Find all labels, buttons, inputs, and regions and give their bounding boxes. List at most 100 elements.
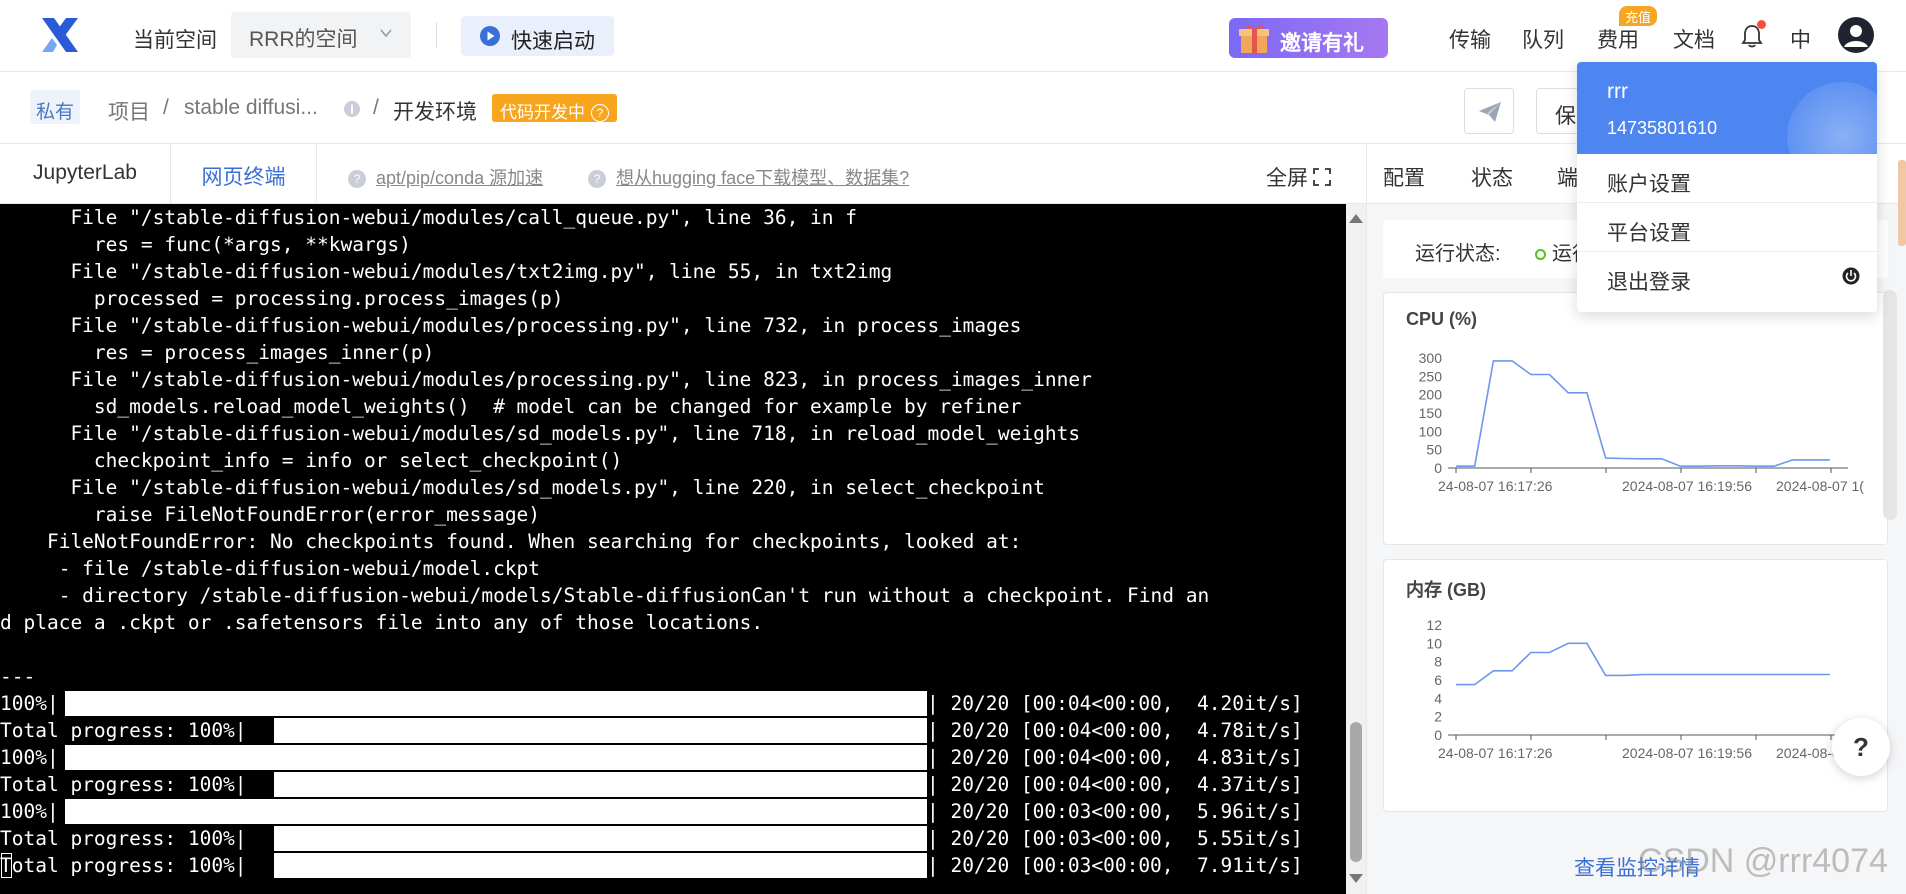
y-tick-label: 4 [1434,690,1442,706]
progress-line: Total progress: 100%| [0,854,247,877]
question-icon: ? [348,170,366,188]
terminal-line: File "/stable-diffusion-webui/modules/tx… [0,260,893,283]
x-tick-label: 24-08-07 16:17:26 [1438,478,1553,494]
user-avatar-icon[interactable] [1837,16,1875,54]
chevron-down-icon [380,29,392,38]
series-line [1456,360,1830,467]
current-space-label: 当前空间 [133,29,217,52]
y-tick-label: 150 [1419,405,1443,421]
nav-transfer[interactable]: 传输 [1449,24,1491,54]
x-tick-label: 24-08-07 16:17:26 [1438,745,1553,761]
progress-line: Total progress: 100%| [0,719,247,742]
side-handle[interactable] [1898,160,1906,246]
env-tab-row: JupyterLab 网页终端 ? apt/pip/conda 源加速 ? 想从hu… [0,144,1366,204]
series-line [1456,642,1830,686]
watermark: CSDN @rrr4074 [1638,842,1888,880]
terminal-line: sd_models.reload_model_weights() # model… [0,395,1022,418]
progress-stats: | 20/20 [00:03<00:00, 7.91it/s] [927,854,1303,877]
x-tick-label: 2024-08-07 16:19:56 [1622,745,1752,761]
tab-web-terminal[interactable]: 网页终端 [171,144,317,204]
scrollbar-thumb[interactable] [1350,722,1362,862]
progress-line: 100%| [0,746,59,769]
help-icon[interactable]: ? [591,104,609,122]
terminal-line: FileNotFoundError: No checkpoints found.… [0,530,1022,553]
status-dot-icon [1535,249,1546,260]
invite-button[interactable]: 邀请有礼 [1229,18,1388,58]
y-tick-label: 200 [1419,387,1443,403]
breadcrumb-env: 开发环境 [393,101,477,124]
status-badge: 代码开发中? [492,94,617,122]
send-button[interactable] [1464,88,1514,134]
scroll-up-icon[interactable] [1349,214,1363,223]
y-tick-label: 50 [1426,442,1442,458]
run-state-label: 运行状态: [1415,243,1501,265]
info-icon[interactable] [343,100,361,118]
right-panel-scrollbar[interactable] [1883,290,1897,520]
logo-icon[interactable] [40,16,80,54]
breadcrumb-separator: / [163,96,169,119]
fullscreen-button[interactable]: 全屏 [1266,162,1332,192]
send-icon [1479,102,1501,122]
question-icon: ? [588,170,606,188]
terminal-line: File "/stable-diffusion-webui/modules/ca… [0,206,858,229]
tab-ports[interactable]: 端 [1557,162,1578,192]
menu-item-label: 账户设置 [1607,173,1691,196]
language-toggle[interactable]: 中 [1790,24,1811,54]
tab-config[interactable]: 配置 [1383,162,1425,192]
user-info-header: rrr 14735801610 [1577,62,1877,154]
menu-item-account-settings[interactable]: 账户设置 [1577,154,1877,203]
terminal-cursor [1,853,12,878]
nav-queue[interactable]: 队列 [1522,24,1564,54]
nav-docs[interactable]: 文档 [1673,24,1715,54]
tab-jupyterlab[interactable]: JupyterLab [0,144,171,204]
quick-start-button[interactable]: 快速启动 [461,16,614,56]
scroll-down-icon[interactable] [1349,874,1363,883]
menu-item-label: 平台设置 [1607,222,1691,245]
menu-item-platform-settings[interactable]: 平台设置 [1577,203,1877,252]
private-tag: 私有 [30,90,81,124]
progress-line: 100%| [0,800,59,823]
help-button[interactable]: ? [1832,718,1890,776]
username: rrr [1607,80,1628,103]
y-tick-label: 0 [1434,727,1442,743]
status-badge-label: 代码开发中 [500,103,585,122]
terminal-line: res = func(*args, **kwargs) [0,233,411,256]
terminal-line: - file /stable-diffusion-webui/model.ckp… [0,557,541,580]
web-terminal[interactable]: File "/stable-diffusion-webui/modules/ca… [0,204,1346,894]
terminal-scrollbar[interactable] [1346,204,1366,894]
progress-bar [65,799,927,824]
tab-web-terminal-label: 网页终端 [201,166,286,189]
breadcrumb-project-name[interactable]: stable diffusi... [184,96,318,120]
terminal-line: File "/stable-diffusion-webui/modules/sd… [0,476,1045,499]
y-tick-label: 100 [1419,423,1443,439]
y-tick-label: 300 [1419,350,1443,366]
breadcrumb-projects[interactable]: 项目 [108,96,150,126]
power-icon [1842,267,1860,285]
play-icon [480,26,500,46]
mirror-accel-label: apt/pip/conda 源加速 [376,168,544,188]
space-select[interactable]: RRR的空间 [231,12,411,58]
terminal-line: File "/stable-diffusion-webui/modules/pr… [0,314,1022,337]
mirror-accel-link[interactable]: ? apt/pip/conda 源加速 [348,164,543,190]
memory-chart: 0 2 4 6 8 10 12 24-08-07 16:17:26 2024-08-07 16:… [1426,617,1867,761]
y-tick-label: 10 [1426,635,1442,651]
cpu-chart: 0 50 100 150 200 250 300 24-08-07 16:17:26 2024-… [1419,350,1865,494]
terminal-line: checkpoint_info = info or select_checkpo… [0,449,623,472]
divider [436,22,437,48]
fullscreen-icon [1313,168,1331,186]
menu-item-logout[interactable]: 退出登录 [1577,252,1877,301]
tab-jupyterlab-label: JupyterLab [33,161,137,184]
y-tick-label: 0 [1434,460,1442,476]
progress-stats: | 20/20 [00:04<00:00, 4.78it/s] [927,719,1303,742]
nav-billing[interactable]: 费用 [1597,24,1639,54]
huggingface-link[interactable]: ? 想从hugging face下载模型、数据集? [588,164,909,190]
notification-dot [1757,20,1766,29]
terminal-line: - directory /stable-diffusion-webui/mode… [0,584,1210,607]
y-tick-label: 12 [1426,617,1442,633]
y-tick-label: 2 [1434,709,1442,725]
progress-bar [65,691,927,716]
recharge-badge: 充值 [1619,6,1658,26]
breadcrumb-separator: / [373,96,379,119]
tab-status[interactable]: 状态 [1471,162,1513,192]
space-select-value: RRR的空间 [249,28,358,51]
